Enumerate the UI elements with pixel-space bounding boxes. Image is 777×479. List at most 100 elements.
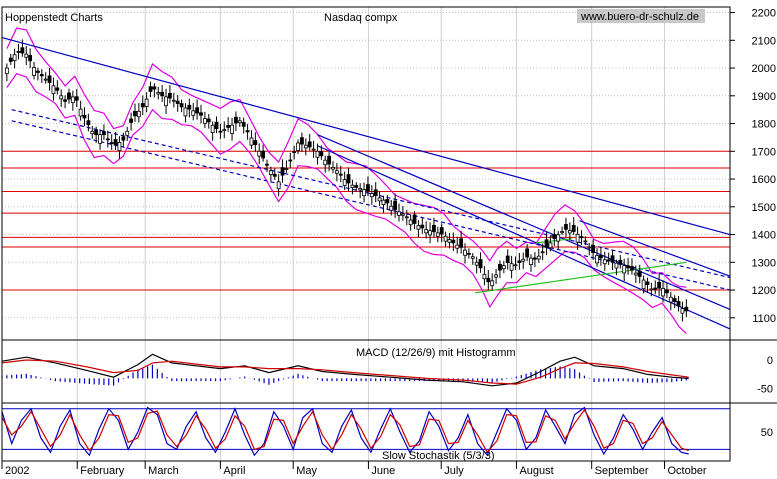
candle-body bbox=[39, 74, 44, 77]
candle-body bbox=[113, 139, 118, 146]
candle-body bbox=[36, 70, 40, 73]
candle-body bbox=[125, 130, 130, 136]
bollinger-bands bbox=[6, 27, 687, 334]
candle-body bbox=[202, 118, 207, 124]
candle-body bbox=[626, 265, 630, 269]
candle-body bbox=[567, 229, 572, 234]
candle-body bbox=[292, 151, 297, 153]
candle-body bbox=[210, 124, 215, 133]
candle-body bbox=[179, 103, 184, 108]
candle-body bbox=[32, 67, 36, 76]
candle-body bbox=[241, 122, 246, 127]
candle-body bbox=[645, 281, 650, 285]
candle-body bbox=[338, 173, 343, 176]
candle-body bbox=[268, 170, 273, 175]
candle-body bbox=[20, 47, 25, 54]
candle-body bbox=[599, 255, 603, 259]
candle-body bbox=[276, 181, 281, 190]
candle-body bbox=[199, 112, 203, 116]
candle-body bbox=[393, 200, 398, 210]
candle-body bbox=[237, 120, 242, 124]
candle-body bbox=[377, 197, 382, 202]
candle-body bbox=[610, 255, 615, 263]
chart-frame bbox=[1, 6, 777, 462]
candle-body bbox=[362, 189, 366, 197]
candle-body bbox=[408, 219, 413, 226]
chart-grid bbox=[2, 7, 730, 461]
chart-canvas: 1100 1200 1300 1400 1500 1600 1700 1800 1900 2000… bbox=[1, 6, 777, 477]
candle-body bbox=[168, 92, 172, 99]
candle-body bbox=[70, 96, 75, 104]
candle-body bbox=[234, 116, 238, 124]
candle-body bbox=[435, 232, 440, 237]
candle-body bbox=[82, 114, 87, 119]
candle-body bbox=[140, 103, 145, 108]
candle-body bbox=[447, 239, 452, 243]
candle-body bbox=[606, 259, 611, 262]
candle-body bbox=[463, 249, 467, 256]
y-axis: 1100 1200 1300 1400 1500 1600 1700 1800 1900 2000… bbox=[730, 8, 776, 439]
candle-body bbox=[346, 174, 351, 184]
candle-body bbox=[183, 107, 188, 117]
candle-body bbox=[319, 151, 324, 157]
candle-body bbox=[641, 279, 646, 290]
candle-body bbox=[331, 166, 335, 170]
candle-body bbox=[249, 137, 254, 146]
candle-body bbox=[583, 240, 588, 243]
x-tick-label: April bbox=[223, 465, 245, 477]
candle-body bbox=[505, 255, 510, 263]
y-tick-label: 1400 bbox=[752, 230, 776, 242]
candle-body bbox=[544, 239, 549, 248]
candle-body bbox=[591, 245, 596, 253]
candle-body bbox=[536, 255, 541, 260]
candle-body bbox=[373, 189, 378, 197]
candle-body bbox=[517, 260, 522, 263]
candle-body bbox=[206, 118, 211, 123]
candle-body bbox=[564, 224, 568, 230]
candle-body bbox=[630, 266, 634, 271]
candle-body bbox=[8, 57, 13, 62]
candle-body bbox=[59, 95, 64, 100]
candle-body bbox=[676, 301, 681, 307]
candle-body bbox=[486, 277, 491, 283]
price-candles bbox=[4, 39, 689, 322]
x-tick-label: June bbox=[371, 465, 395, 477]
macd-line bbox=[1, 353, 689, 387]
candle-body bbox=[509, 263, 514, 271]
candle-body bbox=[136, 110, 141, 118]
candle-body bbox=[470, 256, 475, 259]
trend-lines bbox=[1, 36, 731, 330]
candle-body bbox=[513, 264, 518, 267]
candle-body bbox=[552, 234, 557, 239]
candle-body bbox=[144, 98, 149, 107]
candle-body bbox=[226, 125, 231, 128]
bollinger-lower-band bbox=[6, 72, 687, 334]
candle-body bbox=[684, 306, 689, 312]
candle-body bbox=[288, 159, 293, 162]
candle-body bbox=[389, 205, 394, 211]
candle-body bbox=[148, 86, 153, 92]
candle-body bbox=[63, 99, 67, 102]
candle-body bbox=[521, 258, 526, 262]
candle-body bbox=[280, 167, 285, 176]
candle-body bbox=[358, 188, 363, 191]
candle-body bbox=[109, 142, 114, 144]
stochastic-tick-label: 50 bbox=[761, 427, 773, 439]
stochastic-k-line bbox=[1, 406, 689, 457]
candle-body bbox=[602, 259, 607, 265]
x-tick-label: August bbox=[519, 465, 553, 477]
candle-body bbox=[385, 199, 390, 204]
website-label: www.buero-dr-schulz.de bbox=[580, 11, 699, 23]
candle-body bbox=[272, 173, 277, 177]
y-tick-label: 2200 bbox=[752, 8, 776, 20]
candle-body bbox=[261, 150, 266, 159]
candle-body bbox=[532, 257, 537, 260]
candle-body bbox=[187, 104, 192, 110]
candle-body bbox=[369, 193, 374, 198]
candle-body bbox=[556, 234, 561, 242]
y-tick-label: 1700 bbox=[752, 146, 776, 158]
candle-body bbox=[618, 259, 623, 265]
candle-body bbox=[105, 138, 110, 141]
candle-body bbox=[443, 235, 448, 242]
candle-body bbox=[400, 213, 405, 216]
